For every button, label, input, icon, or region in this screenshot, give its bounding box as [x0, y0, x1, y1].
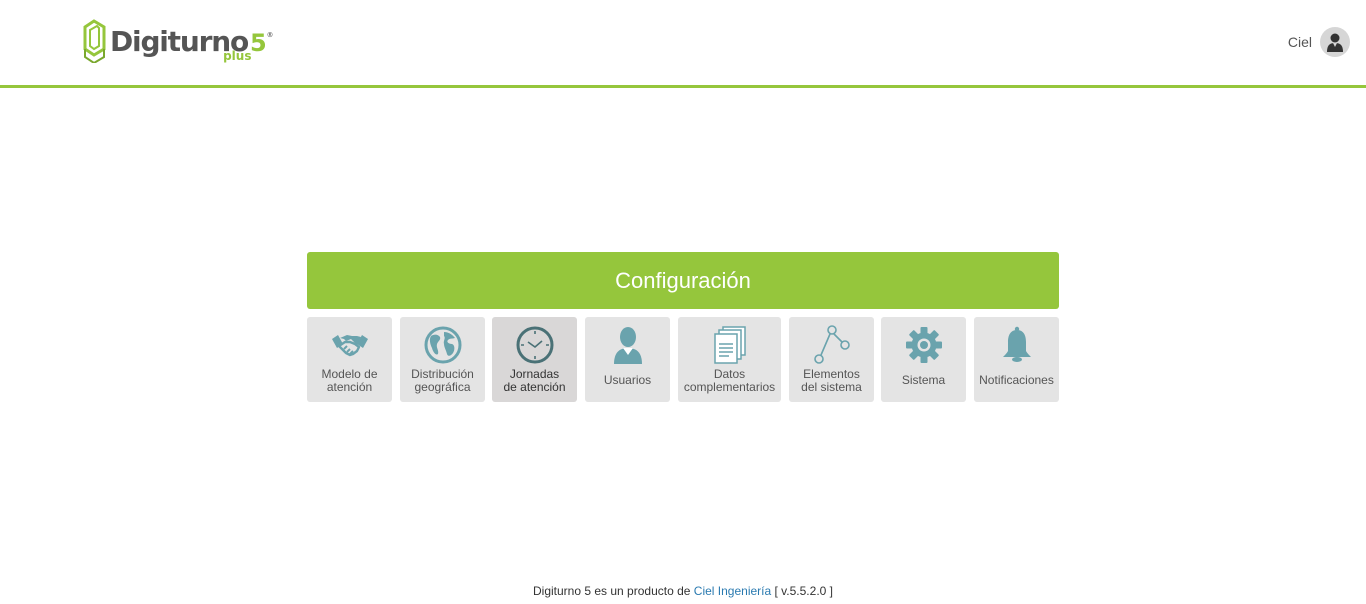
footer-text: Digiturno 5 es un producto de — [533, 584, 691, 598]
logo-edition: plus — [223, 49, 252, 63]
tile-label: Notificaciones — [979, 373, 1054, 387]
ciel-ingenieria-link[interactable]: Ciel Ingeniería — [694, 584, 771, 598]
handshake-icon — [331, 335, 368, 357]
digiturno-logo[interactable]: Digiturno5® plus — [82, 19, 273, 67]
clock-icon — [516, 326, 553, 364]
avatar[interactable] — [1320, 27, 1350, 57]
tile-usuarios[interactable]: Usuarios — [585, 317, 670, 402]
globe-icon — [424, 326, 461, 364]
version-label: [ v.5.5.2.0 ] — [774, 584, 833, 598]
configuration-panel: Configuración Modelo de atención Distrib… — [307, 252, 1059, 402]
tile-elementos-sistema[interactable]: Elementos del sistema — [789, 317, 874, 402]
tile-label-line2: complementarios — [683, 380, 776, 394]
footer: Digiturno 5 es un producto de Ciel Ingen… — [0, 584, 1366, 598]
tile-label: Usuarios — [603, 373, 652, 387]
tile-jornadas-atencion[interactable]: Jornadas de atención — [492, 317, 577, 402]
tile-sistema[interactable]: Sistema — [881, 317, 966, 402]
page-title: Configuración — [307, 252, 1059, 309]
nodes-icon — [813, 325, 850, 364]
documents-icon — [713, 326, 746, 364]
user-avatar-icon — [1327, 33, 1343, 52]
logo-text: Digiturno5® plus — [110, 25, 274, 63]
user-name: Ciel — [1287, 34, 1312, 50]
tile-label-line2: del sistema — [801, 380, 862, 394]
tile-label: Sistema — [901, 373, 946, 387]
tile-label-line2: atención — [326, 380, 373, 394]
tile-datos-complementarios[interactable]: Datos complementarios — [678, 317, 781, 402]
header: Digiturno5® plus Ciel — [0, 0, 1366, 88]
tile-label-line2: de atención — [503, 380, 566, 394]
tile-notificaciones[interactable]: Notificaciones — [974, 317, 1059, 402]
gear-icon — [905, 327, 942, 363]
user-icon — [613, 327, 642, 364]
user-menu[interactable]: Ciel — [1288, 27, 1350, 57]
tile-distribucion-geografica[interactable]: Distribución geográfica — [400, 317, 485, 402]
tile-modelo-atencion[interactable]: Modelo de atención — [307, 317, 392, 402]
bell-icon — [1002, 326, 1031, 362]
tile-label-line2: geográfica — [414, 380, 471, 394]
logo-mark-icon — [83, 19, 106, 63]
tiles-row: Modelo de atención Distribución geográfica — [307, 317, 1059, 402]
